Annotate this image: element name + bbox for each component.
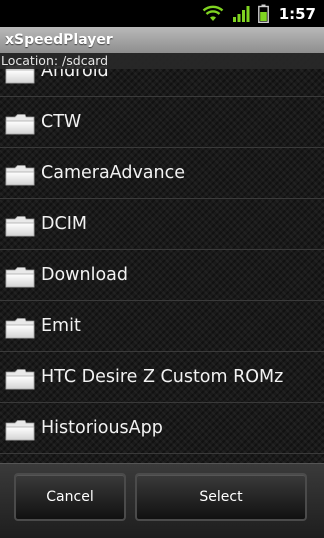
folder-name: CameraAdvance bbox=[41, 163, 186, 183]
title-bar: xSpeedPlayer bbox=[0, 27, 324, 54]
folder-icon bbox=[5, 419, 35, 441]
wifi-icon bbox=[202, 0, 224, 27]
status-time: 1:57 bbox=[278, 4, 316, 23]
location-label: Location: /sdcard bbox=[1, 53, 109, 68]
app-title: xSpeedPlayer bbox=[5, 32, 113, 48]
folder-row[interactable]: HistoriousApp bbox=[0, 403, 324, 454]
folder-name: Download bbox=[41, 265, 128, 285]
folder-row[interactable]: CameraAdvance bbox=[0, 148, 324, 199]
folder-row[interactable]: HTC Desire Z Custom ROMz bbox=[0, 352, 324, 403]
folder-name: HTC Desire Z Custom ROMz bbox=[41, 367, 284, 387]
folder-name: HistoriousApp bbox=[41, 418, 163, 438]
folder-icon bbox=[5, 266, 35, 288]
status-bar: 1:57 bbox=[0, 0, 324, 27]
battery-icon bbox=[257, 0, 269, 27]
cancel-button[interactable]: Cancel bbox=[14, 473, 126, 521]
folder-icon bbox=[5, 164, 35, 186]
folder-icon bbox=[5, 317, 35, 339]
folder-icon bbox=[5, 215, 35, 237]
folder-name: Emit bbox=[41, 316, 81, 336]
folder-name: DCIM bbox=[41, 214, 87, 234]
signal-bars-icon bbox=[232, 0, 250, 27]
folder-icon bbox=[5, 368, 35, 390]
folder-row[interactable]: CTW bbox=[0, 97, 324, 148]
folder-icon bbox=[5, 113, 35, 135]
folder-name: CTW bbox=[41, 112, 82, 132]
select-button[interactable]: Select bbox=[135, 473, 307, 521]
folder-list[interactable]: Android CTW CameraAdvance DCIM Download Emit H… bbox=[0, 53, 324, 463]
folder-row[interactable]: Emit bbox=[0, 301, 324, 352]
button-bar: Cancel Select bbox=[0, 463, 324, 538]
location-bar: Location: /sdcard bbox=[0, 53, 324, 69]
folder-row[interactable]: Download bbox=[0, 250, 324, 301]
folder-row[interactable]: DCIM bbox=[0, 199, 324, 250]
